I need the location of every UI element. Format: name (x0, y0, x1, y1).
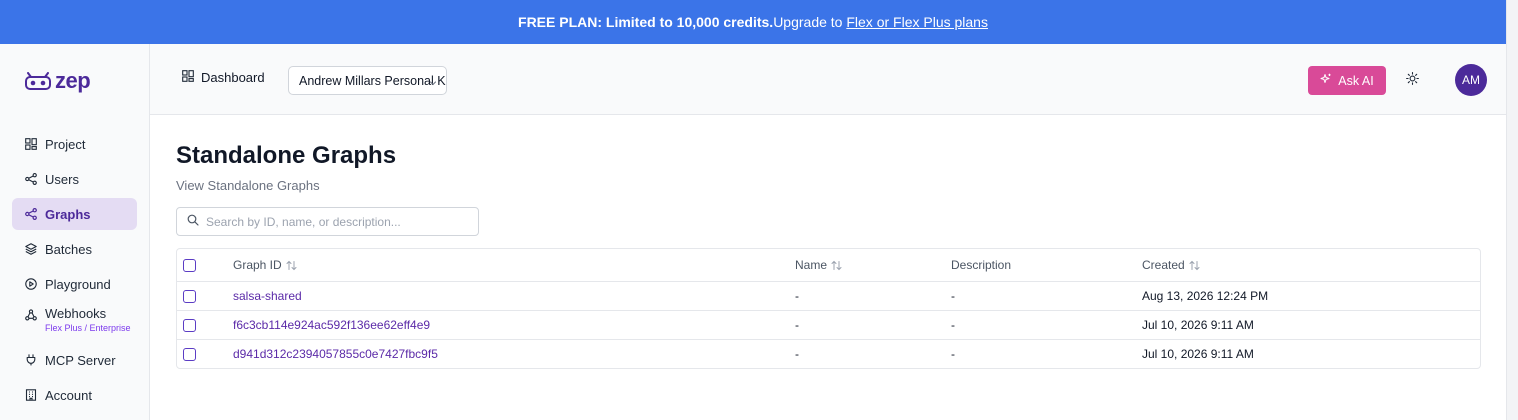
column-header-name[interactable]: Name (795, 249, 842, 281)
sidebar-item-project[interactable]: Project (12, 128, 137, 160)
graph-description: - (951, 289, 955, 303)
table-row[interactable]: salsa-shared - - Aug 13, 2026 12:24 PM (177, 281, 1480, 310)
sidebar-item-label: Webhooks (45, 306, 107, 321)
sidebar-item-batches[interactable]: Batches (12, 233, 137, 265)
sidebar: zep Project Users Graphs Batches Playgro… (0, 44, 150, 420)
search-box[interactable] (176, 207, 479, 236)
sidebar-item-label: Playground (45, 276, 111, 292)
graph-created: Jul 10, 2026 9:11 AM (1142, 347, 1254, 361)
play-circle-icon (25, 278, 37, 290)
sidebar-item-graphs[interactable]: Graphs (12, 198, 137, 230)
select-all-checkbox[interactable] (183, 258, 196, 272)
dashboard-button[interactable]: Dashboard (182, 70, 265, 85)
sort-icon[interactable] (1189, 260, 1200, 271)
row-checkbox[interactable] (183, 289, 196, 303)
table-row[interactable]: f6c3cb114e924ac592f136ee62eff4e9 - - Jul… (177, 310, 1480, 339)
graph-id-link[interactable]: d941d312c2394057855c0e7427fbc9f5 (233, 347, 438, 361)
sidebar-nav: Project Users Graphs Batches Playground (12, 128, 137, 414)
sidebar-item-account[interactable]: Account (12, 379, 137, 411)
table-header: Graph ID Name Description Created (177, 249, 1480, 281)
sort-icon[interactable] (831, 260, 842, 271)
logo-wordmark: zep (55, 68, 91, 93)
graphs-table: Graph ID Name Description Created salsa-… (176, 248, 1481, 369)
sort-icon[interactable] (286, 260, 297, 271)
project-select-value: Andrew Millars Personal K (299, 73, 446, 88)
sidebar-item-label: Project (45, 136, 86, 152)
free-plan-banner: FREE PLAN: Limited to 10,000 credits. Up… (0, 0, 1506, 44)
column-header-description: Description (951, 249, 1011, 281)
graph-id-link[interactable]: f6c3cb114e924ac592f136ee62eff4e9 (233, 318, 430, 332)
sidebar-item-label: Graphs (45, 206, 91, 222)
sidebar-item-label: Users (45, 171, 79, 187)
dashboard-label: Dashboard (201, 70, 265, 85)
webhook-icon (25, 309, 37, 321)
search-input[interactable] (206, 214, 466, 229)
banner-plan-text: FREE PLAN: Limited to 10,000 credits. (518, 14, 774, 30)
column-header-graph-id[interactable]: Graph ID (233, 249, 297, 281)
column-header-label: Name (795, 258, 828, 272)
row-checkbox[interactable] (183, 318, 196, 332)
page-title: Standalone Graphs (176, 142, 397, 169)
zep-logo-icon (25, 72, 51, 90)
theme-toggle-button[interactable] (1404, 71, 1421, 90)
sidebar-item-label: Account (45, 387, 92, 403)
grid-icon (25, 138, 37, 150)
column-header-created[interactable]: Created (1142, 249, 1200, 281)
graph-name: - (795, 318, 799, 332)
sidebar-item-label: MCP Server (45, 352, 116, 368)
row-checkbox[interactable] (183, 347, 196, 361)
graph-name: - (795, 347, 799, 361)
upgrade-plans-link[interactable]: Flex or Flex Plus plans (846, 14, 988, 30)
page-subtitle: View Standalone Graphs (176, 178, 320, 193)
sidebar-item-playground[interactable]: Playground (12, 268, 137, 300)
sun-icon (1406, 71, 1419, 90)
avatar[interactable]: AM (1455, 64, 1487, 96)
sidebar-item-webhooks[interactable]: Webhooks Flex Plus / Enterprise (12, 303, 137, 341)
sidebar-item-label: Batches (45, 241, 92, 257)
graph-description: - (951, 347, 955, 361)
page-scrollbar[interactable] (1506, 0, 1518, 420)
share-icon (25, 208, 37, 220)
building-icon (25, 389, 37, 401)
column-header-label: Graph ID (233, 258, 282, 272)
graph-created: Aug 13, 2026 12:24 PM (1142, 289, 1269, 303)
table-row[interactable]: d941d312c2394057855c0e7427fbc9f5 - - Jul… (177, 339, 1480, 368)
sidebar-item-users[interactable]: Users (12, 163, 137, 195)
graph-name: - (795, 289, 799, 303)
top-bar: Dashboard Andrew Millars Personal K Ask … (150, 44, 1506, 115)
plug-icon (25, 354, 37, 366)
ask-ai-label: Ask AI (1338, 73, 1374, 88)
graph-id-link[interactable]: salsa-shared (233, 289, 302, 303)
share-icon (25, 173, 37, 185)
sidebar-item-mcp-server[interactable]: MCP Server (12, 344, 137, 376)
banner-upgrade-text: Upgrade to (773, 14, 847, 30)
chevron-down-icon (429, 76, 437, 90)
column-header-label: Description (951, 258, 1012, 272)
graph-description: - (951, 318, 955, 332)
project-select[interactable]: Andrew Millars Personal K (288, 66, 447, 95)
column-header-label: Created (1142, 258, 1185, 272)
sparkles-icon (1320, 73, 1332, 88)
zep-logo[interactable]: zep (25, 68, 91, 94)
main-content: Standalone Graphs View Standalone Graphs… (150, 115, 1506, 420)
dashboard-icon (182, 70, 194, 85)
plan-requirement-label: Flex Plus / Enterprise (45, 323, 131, 333)
graph-created: Jul 10, 2026 9:11 AM (1142, 318, 1254, 332)
search-icon (187, 213, 199, 231)
ask-ai-button[interactable]: Ask AI (1308, 66, 1386, 95)
layers-icon (25, 243, 37, 255)
